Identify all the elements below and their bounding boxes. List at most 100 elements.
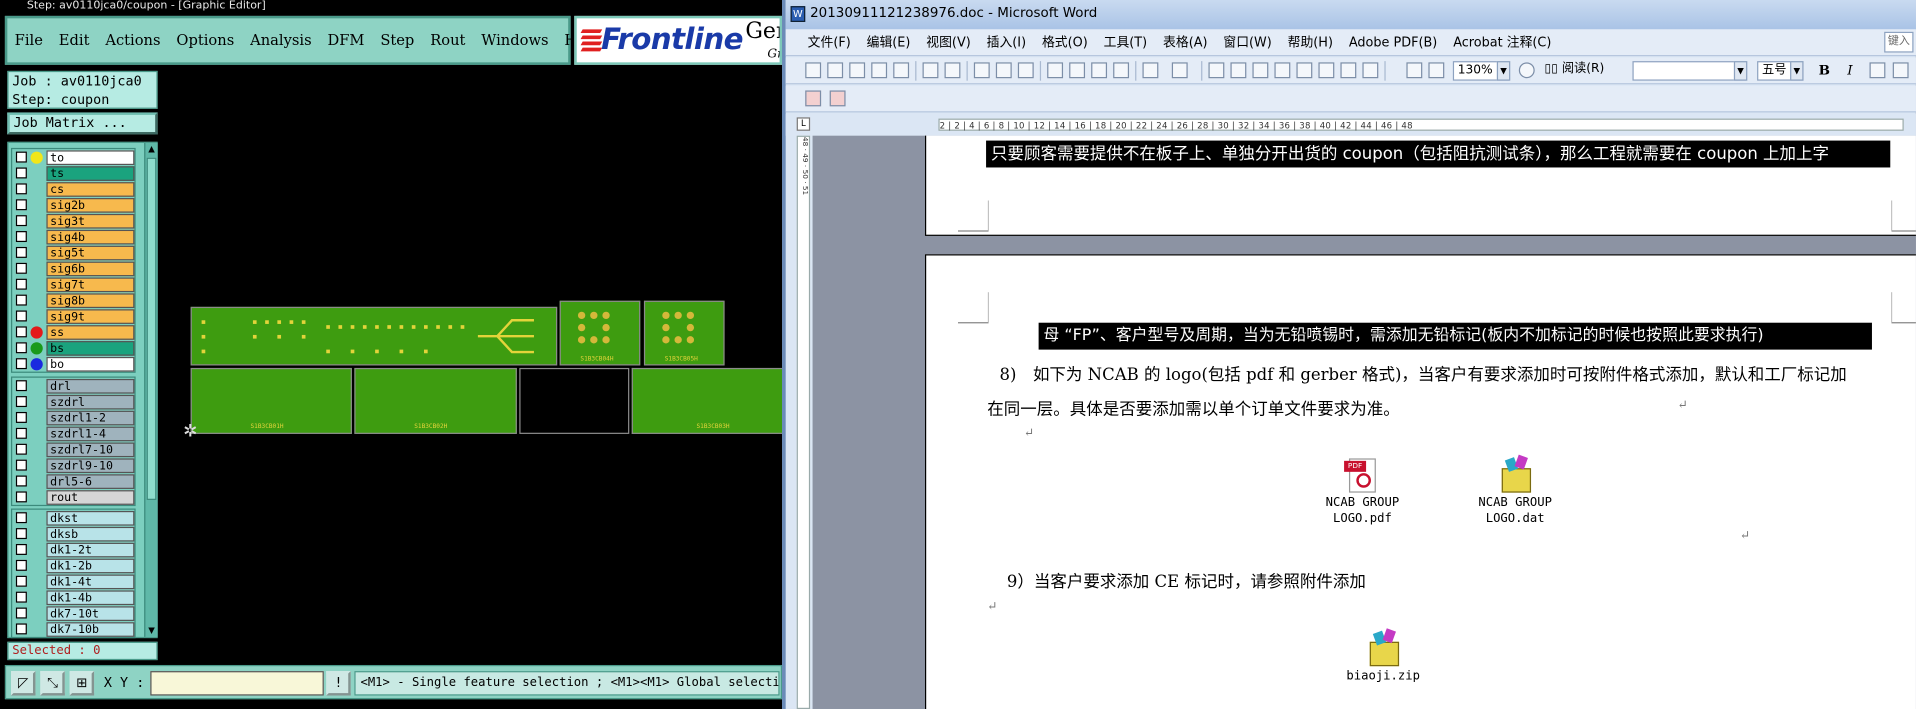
layer-row[interactable]: sig8b <box>12 292 135 308</box>
coupon-board-2[interactable]: S1B3CB04H <box>559 300 641 366</box>
paste-icon[interactable] <box>1091 62 1108 79</box>
font-dropdown-icon[interactable]: ▼ <box>1733 61 1748 81</box>
layer-row[interactable]: szdrl1-4 <box>12 425 135 441</box>
layer-checkbox[interactable] <box>15 310 27 322</box>
vertical-ruler[interactable]: 48 · 49 · 50 · 51 <box>796 135 811 709</box>
help-icon[interactable] <box>1518 62 1535 79</box>
layer-checkbox[interactable] <box>15 427 27 439</box>
coupon-board-4[interactable]: S1B3CB01H <box>190 367 352 434</box>
grid-tool-icon[interactable]: ⊞ <box>69 671 95 696</box>
permission-icon[interactable] <box>871 62 888 79</box>
attachment-ncab-dat[interactable]: NCAB GROUP LOGO.dat <box>1460 454 1570 527</box>
layer-name[interactable]: to <box>46 149 135 165</box>
layer-row[interactable]: dk1-4t <box>12 573 135 589</box>
layer-checkbox[interactable] <box>15 380 27 392</box>
show-hide-icon[interactable] <box>1362 62 1379 79</box>
layer-row[interactable]: sig7t <box>12 276 135 292</box>
layer-row[interactable]: dk7-10b <box>12 621 135 637</box>
coupon-board-1[interactable] <box>190 306 558 366</box>
menu-adobe-pdf[interactable]: Adobe PDF(B) <box>1349 35 1437 50</box>
layer-checkbox[interactable] <box>15 151 27 163</box>
bold-button[interactable]: B <box>1816 61 1833 81</box>
layer-checkbox[interactable] <box>15 443 27 455</box>
menu-acrobat-comment[interactable]: Acrobat 注释(C) <box>1453 33 1551 51</box>
hyperlink-icon[interactable] <box>1208 62 1225 79</box>
layer-checkbox[interactable] <box>15 215 27 227</box>
coupon-board-6[interactable]: S1B3CB03H <box>631 367 783 434</box>
menu-analysis[interactable]: Analysis <box>250 32 311 49</box>
layer-name[interactable]: szdrl <box>46 394 135 409</box>
attachment-biaoji-zip[interactable]: biaoji.zip <box>1328 628 1438 685</box>
menu-rout[interactable]: Rout <box>430 32 465 49</box>
layer-name[interactable]: dk1-2b <box>46 558 135 573</box>
convert-to-pdf-icon[interactable] <box>805 90 822 107</box>
menu-windows[interactable]: Windows <box>481 32 548 49</box>
layer-name[interactable]: bs <box>46 340 135 356</box>
layer-name[interactable]: dksb <box>46 526 135 541</box>
layer-checkbox[interactable] <box>15 167 27 179</box>
layer-checkbox[interactable] <box>15 326 27 338</box>
layer-row[interactable]: sig5t <box>12 244 135 260</box>
layer-row[interactable]: sig4b <box>12 229 135 245</box>
layer-name[interactable]: szdrl9-10 <box>46 457 135 473</box>
menu-step[interactable]: Step <box>380 32 414 49</box>
layer-name[interactable]: dk7-10t <box>46 605 135 621</box>
email-icon[interactable] <box>893 62 910 79</box>
insert-excel-icon[interactable] <box>1274 62 1291 79</box>
layer-checkbox[interactable] <box>15 559 27 571</box>
layer-row[interactable]: sig9t <box>12 308 135 324</box>
layer-name[interactable]: drl5-6 <box>46 473 135 489</box>
layer-name[interactable]: sig8b <box>46 292 135 308</box>
tables-borders-icon[interactable] <box>1230 62 1247 79</box>
print-icon[interactable] <box>922 62 939 79</box>
print-preview-icon[interactable] <box>944 62 961 79</box>
layer-row[interactable]: dk1-4b <box>12 589 135 605</box>
layer-row[interactable]: szdrl7-10 <box>12 441 135 457</box>
layer-row[interactable]: sig6b <box>12 260 135 276</box>
layer-name[interactable]: sig6b <box>46 260 135 276</box>
layer-name[interactable]: sig2b <box>46 197 135 213</box>
list-icon[interactable] <box>1892 62 1909 79</box>
xy-coordinate-input[interactable] <box>150 671 324 696</box>
layer-row[interactable]: szdrl9-10 <box>12 457 135 473</box>
menu-window-cn[interactable]: 窗口(W) <box>1223 33 1271 51</box>
layer-row[interactable]: sig3t <box>12 213 135 229</box>
layer-name[interactable]: dk1-4t <box>46 573 135 589</box>
layer-checkbox[interactable] <box>15 262 27 274</box>
layer-checkbox[interactable] <box>15 528 27 540</box>
undo-icon[interactable] <box>1142 62 1159 79</box>
layer-name[interactable]: sig5t <box>46 245 135 260</box>
coupon-board-3[interactable]: S1B3CB05H <box>643 300 725 366</box>
layer-name[interactable]: dk1-2t <box>46 542 135 557</box>
layer-row[interactable]: ss <box>12 324 135 340</box>
insert-table-icon[interactable] <box>1252 62 1269 79</box>
layer-name[interactable]: dkst <box>46 510 135 526</box>
layer-name[interactable]: dk7-10b <box>46 621 135 637</box>
layer-row[interactable]: dkst <box>12 510 135 526</box>
research-icon[interactable] <box>995 62 1012 79</box>
new-doc-icon[interactable] <box>805 62 822 79</box>
layer-row[interactable]: cs <box>12 181 135 197</box>
translate-icon[interactable] <box>1017 62 1034 79</box>
size-dropdown-icon[interactable]: ▼ <box>1790 61 1804 81</box>
layer-checkbox[interactable] <box>15 575 27 587</box>
menu-dfm[interactable]: DFM <box>327 32 364 49</box>
layer-row[interactable]: bo <box>12 356 135 372</box>
layer-name[interactable]: sig4b <box>46 229 135 244</box>
layer-name[interactable]: rout <box>46 489 135 505</box>
tab-selector-icon[interactable]: L <box>796 117 811 131</box>
layer-checkbox[interactable] <box>15 475 27 487</box>
help-search-input[interactable]: 键入 <box>1884 31 1914 53</box>
zoom-tool-icon[interactable]: ⤡ <box>40 671 65 696</box>
layer-row[interactable]: drl <box>12 378 135 394</box>
layer-checkbox[interactable] <box>15 396 27 408</box>
font-name-select[interactable] <box>1632 61 1747 81</box>
layer-checkbox[interactable] <box>15 411 27 423</box>
columns-icon[interactable] <box>1296 62 1313 79</box>
coupon-board-5[interactable]: S1B3CB02H <box>354 367 517 434</box>
format-painter-icon[interactable] <box>1113 62 1130 79</box>
pilcrow-icon[interactable] <box>1428 62 1445 79</box>
layer-name[interactable]: dk1-4b <box>46 589 135 605</box>
copy-icon[interactable] <box>1069 62 1086 79</box>
layer-row[interactable]: to <box>12 149 135 165</box>
